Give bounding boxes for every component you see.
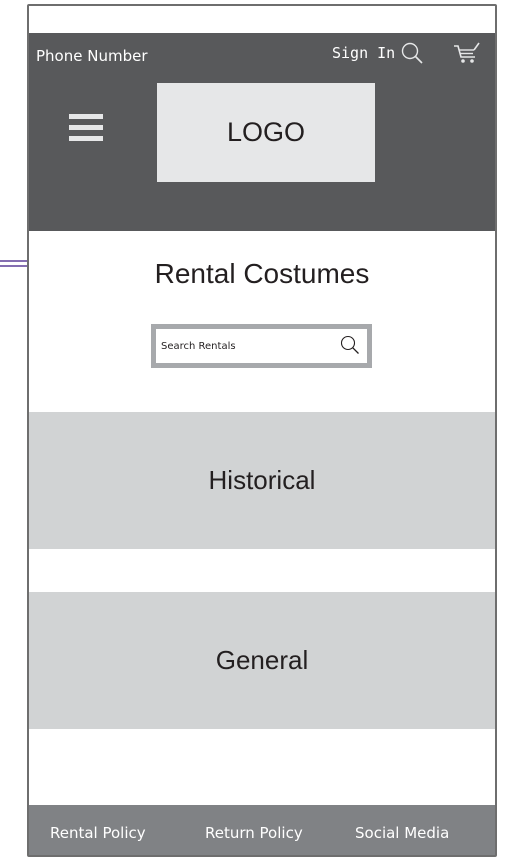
hamburger-menu-icon[interactable] — [69, 114, 103, 144]
search-icon[interactable] — [400, 41, 424, 65]
logo[interactable]: LOGO — [157, 83, 375, 182]
footer: Rental Policy Return Policy Social Media — [29, 805, 495, 855]
category-label: General — [215, 645, 309, 675]
footer-link-social-media[interactable]: Social Media — [355, 824, 449, 842]
cart-icon[interactable] — [453, 41, 481, 65]
logo-text: LOGO — [226, 117, 306, 147]
category-historical[interactable]: Historical — [29, 412, 495, 549]
page: Phone Number Sign In LOGO Rental Costume… — [0, 0, 508, 865]
search-input[interactable] — [161, 329, 331, 363]
search-icon[interactable] — [339, 334, 361, 356]
phone-number-link[interactable]: Phone Number — [36, 47, 148, 65]
header: Phone Number Sign In LOGO — [29, 33, 495, 231]
search-bar — [151, 324, 372, 368]
footer-link-rental-policy[interactable]: Rental Policy — [50, 824, 146, 842]
category-label: Historical — [208, 465, 316, 495]
search-field — [156, 329, 367, 363]
category-general[interactable]: General — [29, 592, 495, 729]
page-title: Rental Costumes — [154, 258, 370, 289]
sign-in-link[interactable]: Sign In — [332, 44, 395, 62]
footer-link-return-policy[interactable]: Return Policy — [205, 824, 303, 842]
